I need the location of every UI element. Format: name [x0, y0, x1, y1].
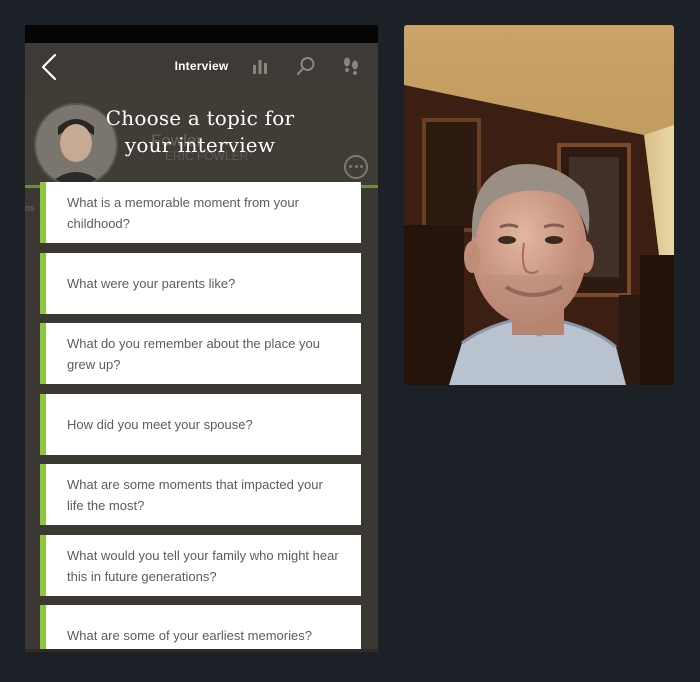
dot-icon [354, 165, 358, 168]
dot-icon [349, 165, 352, 168]
bar-chart-icon [253, 60, 267, 74]
dot-icon [360, 165, 363, 168]
status-bar [25, 25, 378, 43]
topic-text: What are some of your earliest memories? [67, 628, 312, 643]
topic-text: What would you tell your family who migh… [67, 547, 339, 584]
topic-card[interactable]: What do you remember about the place you… [40, 323, 361, 384]
webcam-image [404, 25, 674, 385]
interview-app-screen: Interview Fowler ERIC FOWLER Choose a to… [25, 25, 378, 652]
nav-bar: Interview [25, 43, 378, 90]
topic-card[interactable]: What is a memorable moment from your chi… [40, 182, 361, 243]
bottom-edge [25, 649, 378, 652]
more-options-button[interactable] [344, 155, 368, 179]
search-icon [296, 57, 315, 76]
topic-text: What do you remember about the place you… [67, 335, 320, 372]
footsteps-button[interactable] [340, 55, 362, 77]
choose-topic-heading: Choose a topic for your interview [70, 105, 330, 159]
topic-card[interactable]: What are some moments that impacted your… [40, 464, 361, 525]
topic-text: What are some moments that impacted your… [67, 476, 323, 513]
nav-title: Interview [174, 59, 229, 73]
topic-text: What were your parents like? [67, 276, 236, 291]
footsteps-icon [344, 57, 358, 75]
stats-button[interactable] [249, 55, 271, 77]
topic-card[interactable]: What would you tell your family who migh… [40, 535, 361, 596]
video-feed [404, 25, 674, 385]
topic-card[interactable]: What are some of your earliest memories? [40, 605, 361, 652]
heading-line-1: Choose a topic for [105, 106, 295, 130]
partial-tab-label: os [25, 203, 35, 213]
topic-card[interactable]: What were your parents like? [40, 253, 361, 314]
topic-text: How did you meet your spouse? [67, 417, 253, 432]
heading-line-2: your interview [124, 133, 276, 157]
topic-text: What is a memorable moment from your chi… [67, 194, 299, 231]
search-button[interactable] [295, 55, 317, 77]
topic-card[interactable]: How did you meet your spouse? [40, 394, 361, 455]
